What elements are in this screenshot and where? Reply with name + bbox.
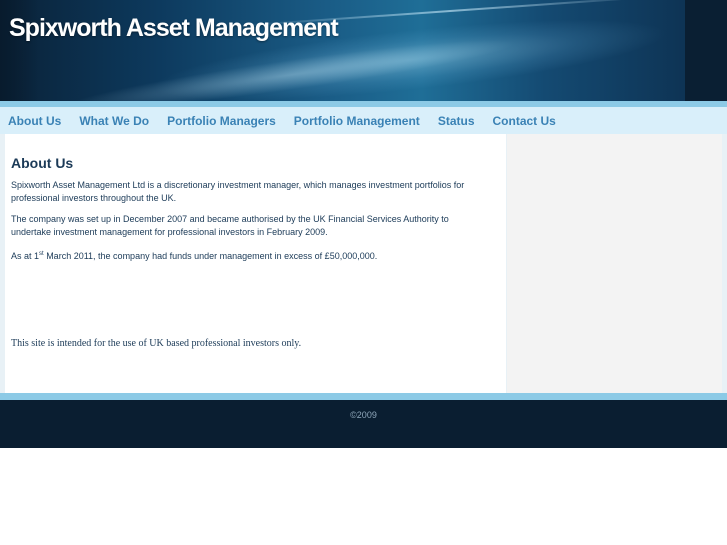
- right-sidebar: [507, 134, 722, 393]
- disclaimer-text: This site is intended for the use of UK …: [11, 338, 302, 349]
- main-nav: About Us What We Do Portfolio Managers P…: [0, 107, 727, 134]
- page-heading: About Us: [11, 155, 74, 171]
- site-title: Spixworth Asset Management: [9, 14, 339, 42]
- intro-paragraph: Spixworth Asset Management Ltd is a disc…: [11, 180, 465, 203]
- nav-item-portfolio-managers[interactable]: Portfolio Managers: [167, 114, 276, 128]
- content-panel: About Us Spixworth Asset Management Ltd …: [5, 134, 506, 393]
- funds-text-start: As at 1: [11, 251, 40, 261]
- nav-item-portfolio-management[interactable]: Portfolio Management: [294, 114, 420, 128]
- copyright-text: ©2009: [350, 410, 377, 420]
- footer-top-strip: [0, 393, 727, 400]
- main-area: About Us Spixworth Asset Management Ltd …: [0, 134, 727, 393]
- header-banner: Spixworth Asset Management: [0, 0, 727, 101]
- page: Spixworth Asset Management About Us What…: [0, 0, 727, 545]
- nav-item-status[interactable]: Status: [438, 114, 475, 128]
- nav-item-contact-us[interactable]: Contact Us: [493, 114, 556, 128]
- nav-item-what-we-do[interactable]: What We Do: [79, 114, 149, 128]
- funds-paragraph: As at 1st March 2011, the company had fu…: [11, 250, 481, 263]
- history-paragraph: The company was set up in December 2007 …: [11, 214, 449, 237]
- banner-shade-right: [685, 0, 727, 101]
- nav-item-about-us[interactable]: About Us: [8, 114, 61, 128]
- funds-text-end: March 2011, the company had funds under …: [43, 251, 378, 261]
- footer: ©2009: [0, 400, 727, 448]
